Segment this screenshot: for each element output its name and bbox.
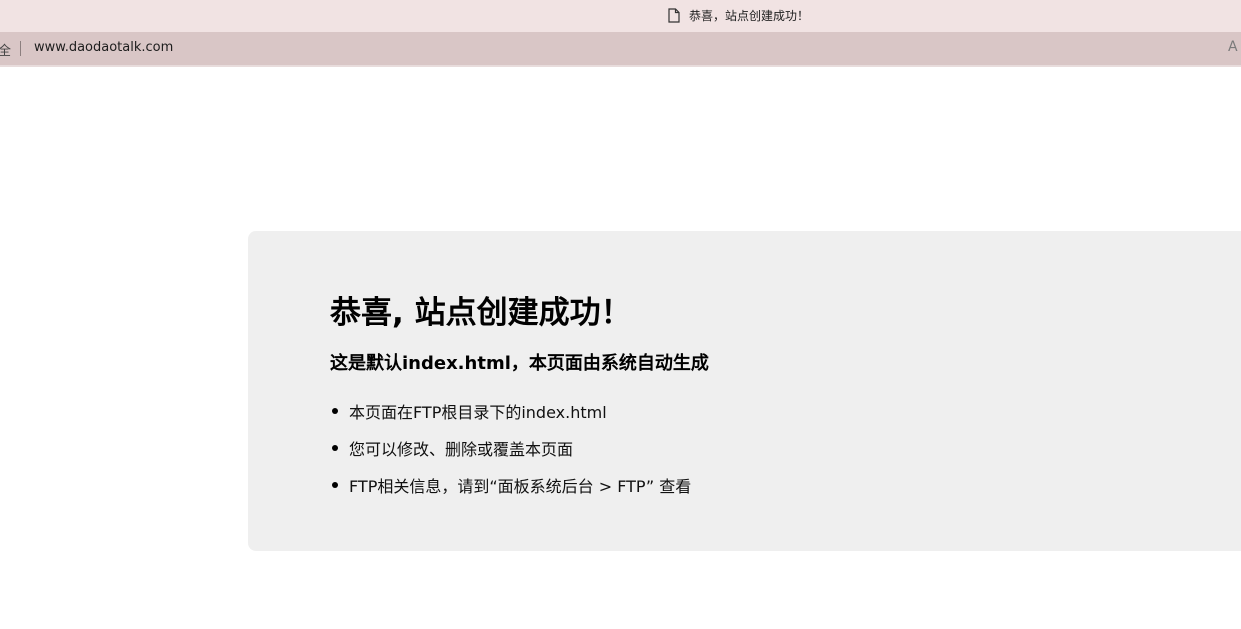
url-text[interactable]: www.daodaotalk.com <box>34 40 173 55</box>
document-icon <box>668 7 680 23</box>
site-info-label[interactable]: 全 <box>0 40 11 59</box>
read-aloud-icon[interactable]: A <box>1228 39 1238 55</box>
tab-strip: 恭喜，站点创建成功！ <box>0 0 1241 32</box>
list-item: 您可以修改、删除或覆盖本页面 <box>330 436 691 473</box>
page-title: 恭喜, 站点创建成功！ <box>330 295 632 331</box>
list-item: 本页面在FTP根目录下的index.html <box>330 399 691 436</box>
list-item: FTP相关信息，请到“面板系统后台 > FTP” 查看 <box>330 473 691 510</box>
address-divider <box>20 41 21 56</box>
info-list: 本页面在FTP根目录下的index.html 您可以修改、删除或覆盖本页面 FT… <box>330 399 691 510</box>
address-bar[interactable]: 全 www.daodaotalk.com A <box>0 32 1241 67</box>
active-tab[interactable]: 恭喜，站点创建成功！ <box>668 5 809 25</box>
tab-title: 恭喜，站点创建成功！ <box>689 8 810 23</box>
content-card: 恭喜, 站点创建成功！ 这是默认index.html，本页面由系统自动生成 本页… <box>248 231 1241 551</box>
page-subtitle: 这是默认index.html，本页面由系统自动生成 <box>330 353 709 374</box>
